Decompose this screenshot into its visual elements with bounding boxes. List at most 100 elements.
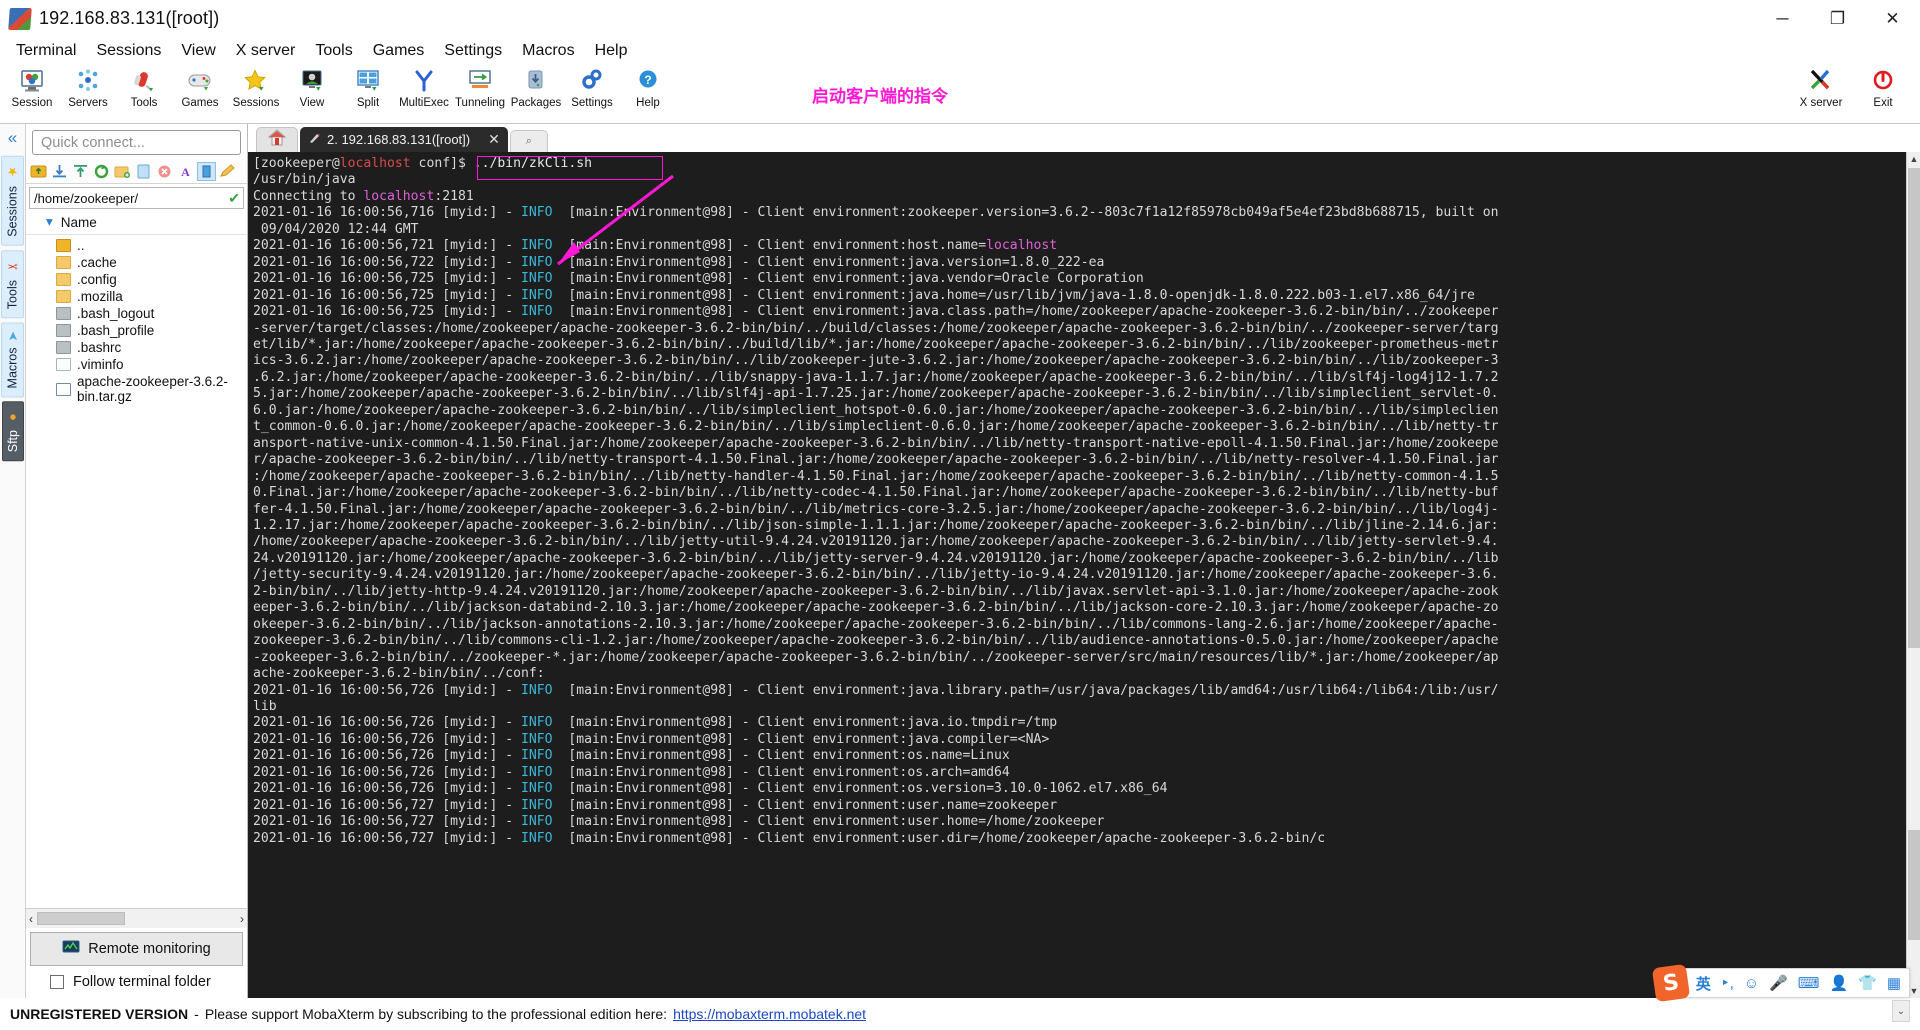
up-dir-icon[interactable] <box>29 162 48 181</box>
menu-terminal[interactable]: Terminal <box>6 40 86 62</box>
terminal-tab-active[interactable]: 2. 192.168.83.131([root]) ✕ <box>300 127 508 152</box>
text-mode-icon[interactable]: A <box>176 162 195 181</box>
toolbar-tools-button[interactable]: Tools <box>116 64 172 109</box>
sogou-ime-toolbar: S 英 ‣, ☺ 🎤 ⌨ 👤 👕 ▦ <box>1651 963 1910 1003</box>
file-list-header[interactable]: ▾ Name <box>26 209 247 235</box>
keyboard-icon[interactable]: ⌨ <box>1798 974 1820 992</box>
toolbar-help-button[interactable]: ? Help <box>620 64 676 109</box>
list-item[interactable]: .. <box>26 237 247 254</box>
upload-icon[interactable] <box>71 162 90 181</box>
new-folder-icon[interactable] <box>113 162 132 181</box>
home-tab-button[interactable] <box>256 127 298 152</box>
menu-help[interactable]: Help <box>585 40 638 62</box>
toolbar-exit-button[interactable]: Exit <box>1852 64 1914 109</box>
hscroll-thumb[interactable] <box>37 912 125 925</box>
toolbar-x-server-button[interactable]: X server <box>1790 64 1852 109</box>
remote-monitoring-button[interactable]: Remote monitoring <box>30 932 243 966</box>
menu-view[interactable]: View <box>171 40 225 62</box>
terminal-scroll-thumb[interactable] <box>1908 168 1920 648</box>
toolbar-right-group: X server Exit <box>1790 64 1920 109</box>
rail-tab-macros[interactable]: Macros ➤ <box>1 321 24 398</box>
menu-macros[interactable]: Macros <box>512 40 584 62</box>
mobaxterm-link[interactable]: https://mobaxterm.mobatek.net <box>673 1006 866 1022</box>
toolbar-split-button[interactable]: Split <box>340 64 396 109</box>
list-item[interactable]: .config <box>26 271 247 288</box>
file-list-hscrollbar[interactable]: ‹ › <box>26 908 247 928</box>
split-icon <box>355 67 381 95</box>
toolbar-sessions-label: Sessions <box>232 97 280 109</box>
menu-games[interactable]: Games <box>363 40 435 62</box>
collapse-sidebar-button[interactable]: « <box>8 128 17 148</box>
new-file-icon[interactable] <box>134 162 153 181</box>
apps-icon[interactable]: ▦ <box>1887 974 1901 992</box>
rail-tab-tools[interactable]: Tools ✂ <box>1 249 24 318</box>
list-item[interactable]: .viminfo <box>26 356 247 373</box>
punctuation-icon[interactable]: ‣, <box>1721 974 1734 992</box>
toolbar-view-button[interactable]: View <box>284 64 340 109</box>
follow-terminal-folder-checkbox[interactable] <box>50 975 64 989</box>
scroll-left-arrow-icon[interactable]: ‹ <box>29 912 33 926</box>
maximize-button[interactable]: ❐ <box>1810 0 1865 38</box>
file-name: .config <box>77 272 117 287</box>
app-logo-icon <box>8 7 32 30</box>
list-item[interactable]: .bash_profile <box>26 322 247 339</box>
toolbar-settings-button[interactable]: Settings <box>564 64 620 109</box>
unregistered-label: UNREGISTERED VERSION <box>10 1006 189 1022</box>
list-item[interactable]: apache-zookeeper-3.6.2-bin.tar.gz <box>26 373 247 405</box>
toolbar-packages-button[interactable]: Packages <box>508 64 564 109</box>
list-item[interactable]: .bashrc <box>26 339 247 356</box>
menu-x-server[interactable]: X server <box>226 40 306 62</box>
list-item[interactable]: .bash_logout <box>26 305 247 322</box>
sort-caret-icon: ▾ <box>46 214 53 229</box>
up-dir-icon <box>56 239 71 252</box>
command-annotation-text: 启动客户端的指令 <box>812 87 948 107</box>
file-list: .. .cache .config .mozilla .bash_logout … <box>26 235 247 908</box>
servers-icon <box>75 67 101 95</box>
rail-tab-sessions[interactable]: Sessions ★ <box>1 156 24 246</box>
terminal-area: [zookeeper@localhost conf]$ ../bin/zkCli… <box>248 152 1920 998</box>
minimize-button[interactable]: ─ <box>1755 0 1810 38</box>
rail-tab-sftp[interactable]: Sftp ● <box>1 401 24 462</box>
menu-sessions[interactable]: Sessions <box>86 40 171 62</box>
microphone-icon[interactable]: 🎤 <box>1769 974 1788 992</box>
terminal-scroll-thumb-lower[interactable] <box>1908 830 1920 940</box>
toolbar-games-button[interactable]: Games <box>172 64 228 109</box>
menu-bar: Terminal Sessions View X server Tools Ga… <box>0 38 1920 64</box>
toolbar-session-button[interactable]: Session <box>4 64 60 109</box>
view-icon <box>299 67 325 95</box>
terminal-tab-icon <box>308 132 321 148</box>
menu-settings[interactable]: Settings <box>434 40 512 62</box>
scroll-right-arrow-icon[interactable]: › <box>240 912 244 926</box>
delete-icon[interactable] <box>155 162 174 181</box>
close-icon[interactable]: ✕ <box>488 131 500 148</box>
refresh-icon[interactable] <box>92 162 111 181</box>
follow-terminal-folder-row[interactable]: Follow terminal folder <box>30 974 243 990</box>
new-tab-button[interactable]: ⌕ <box>509 130 548 152</box>
toolbar-session-label: Session <box>11 97 53 109</box>
sogou-logo-icon[interactable]: S <box>1651 963 1690 1003</box>
toolbar-multiexec-button[interactable]: MultiExec <box>396 64 452 109</box>
svg-text:?: ? <box>644 73 651 87</box>
toolbar-servers-button[interactable]: Servers <box>60 64 116 109</box>
emoji-icon[interactable]: ☺ <box>1744 975 1759 992</box>
skin-icon[interactable]: 👕 <box>1858 974 1877 992</box>
menu-tools[interactable]: Tools <box>305 40 362 62</box>
close-button[interactable]: ✕ <box>1865 0 1920 38</box>
user-icon[interactable]: 👤 <box>1829 974 1848 992</box>
ime-expand-caret-icon[interactable]: ⌄ <box>1892 1000 1910 1022</box>
download-icon[interactable] <box>50 162 69 181</box>
binary-mode-icon[interactable] <box>197 161 216 181</box>
folder-icon <box>56 256 71 269</box>
list-item[interactable]: .cache <box>26 254 247 271</box>
terminal-output[interactable]: [zookeeper@localhost conf]$ ../bin/zkCli… <box>248 152 1906 998</box>
ime-mode-label[interactable]: 英 <box>1696 973 1711 994</box>
list-item[interactable]: .mozilla <box>26 288 247 305</box>
terminal-column: 2. 192.168.83.131([root]) ✕ ⌕ [zookeeper… <box>248 124 1920 998</box>
scroll-up-arrow-icon[interactable]: ▲ <box>1907 152 1920 166</box>
terminal-vscrollbar[interactable]: ▲ ▼ <box>1906 152 1920 998</box>
edit-icon[interactable] <box>218 162 237 181</box>
sftp-path-bar[interactable]: /home/zookeeper/ ✔ <box>29 187 244 209</box>
toolbar-tunneling-button[interactable]: Tunneling <box>452 64 508 109</box>
toolbar-sessions-button[interactable]: Sessions <box>228 64 284 109</box>
quick-connect-input[interactable]: Quick connect... <box>32 130 241 155</box>
